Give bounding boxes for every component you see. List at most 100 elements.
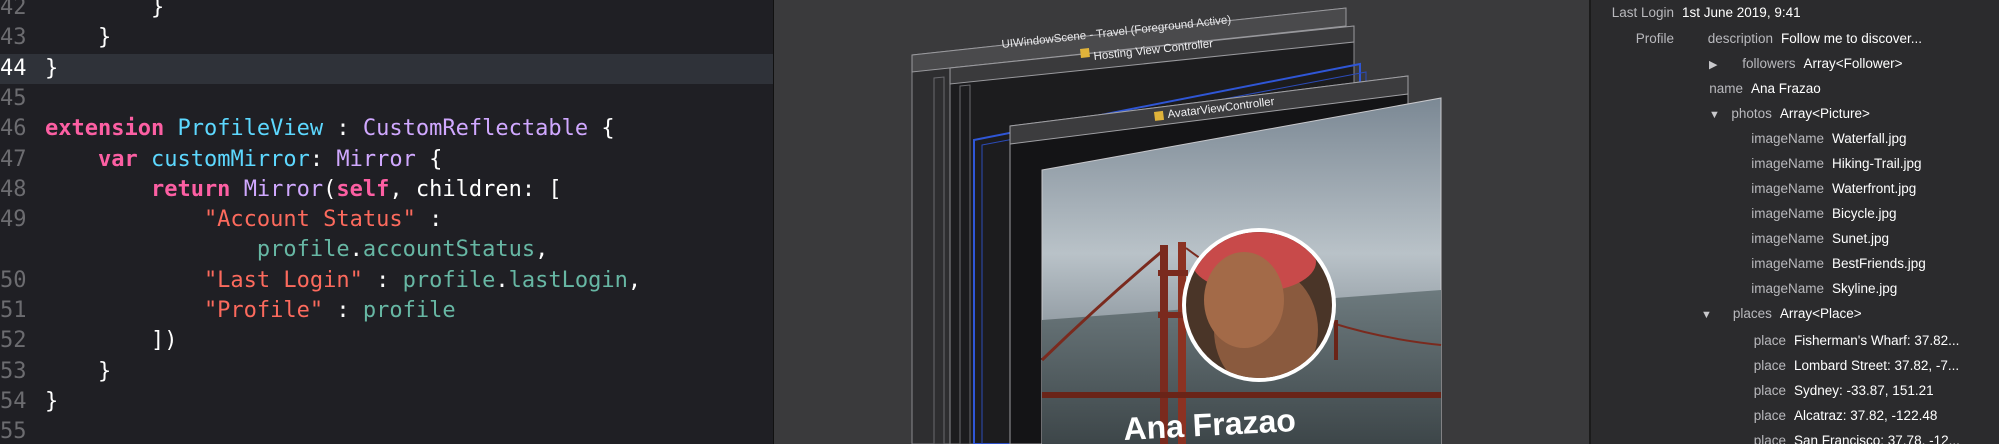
line-number: 54 (0, 388, 27, 414)
code-token: return (45, 176, 244, 202)
code-line[interactable]: 53 } (0, 357, 773, 387)
code-line[interactable]: 48 return Mirror(self, children: [ (0, 175, 773, 205)
inspector-row[interactable]: ▶ followers Array<Follower> (1709, 53, 1903, 75)
inspector-row[interactable]: place Alcatraz: 37.82, -122.48 (1731, 405, 1938, 427)
property-value: Waterfront.jpg (1832, 181, 1917, 196)
hosting-icon (1080, 48, 1090, 58)
property-key: name (1709, 81, 1743, 96)
code-line[interactable]: 42 } (0, 0, 773, 23)
code-text: "Last Login" : profile.lastLogin, (45, 266, 641, 296)
line-number: 55 (0, 419, 27, 444)
inspector-row[interactable]: Profile (1631, 28, 1682, 50)
disclosure-expanded-icon[interactable]: ▼ (1701, 309, 1712, 321)
code-text: "Profile" : profile (45, 296, 456, 326)
code-token: self (336, 176, 390, 202)
code-line[interactable]: 47 var customMirror: Mirror { (0, 145, 773, 175)
code-line[interactable]: 50 "Last Login" : profile.lastLogin, (0, 266, 773, 296)
code-token: : (415, 207, 443, 233)
line-number: 47 (0, 146, 27, 172)
code-text: profile.accountStatus, (45, 235, 548, 265)
code-text: return Mirror(self, children: [ (45, 175, 562, 205)
property-key: imageName (1751, 206, 1824, 221)
line-number: 42 (0, 0, 27, 20)
code-token: profile (45, 237, 350, 263)
disclosure-expanded-icon[interactable]: ▼ (1709, 109, 1720, 121)
code-line[interactable]: 54} (0, 387, 773, 417)
property-key: imageName (1751, 281, 1824, 296)
code-token: } (45, 55, 59, 81)
property-value: 1st June 2019, 9:41 (1682, 5, 1801, 20)
line-number: 48 (0, 176, 27, 202)
inspector-row[interactable]: imageName Waterfront.jpg (1749, 178, 1916, 200)
code-line[interactable]: profile.accountStatus, (0, 235, 773, 265)
code-line[interactable]: 52 ]) (0, 326, 773, 356)
code-token: profile (362, 298, 456, 323)
code-token: } (45, 25, 112, 51)
inspector-row[interactable]: place Lombard Street: 37.82, -7... (1731, 355, 1959, 377)
property-value: Waterfall.jpg (1832, 131, 1907, 146)
inspector-row[interactable]: imageName Waterfall.jpg (1749, 128, 1907, 150)
code-token: , (627, 267, 642, 293)
property-value: Skyline.jpg (1832, 281, 1898, 296)
code-token: : (323, 298, 363, 323)
property-value: Array<Place> (1779, 306, 1862, 321)
inspector-row[interactable]: ▼ photos Array<Picture> (1709, 103, 1870, 125)
code-token: . (349, 237, 363, 263)
code-token: profile (402, 267, 496, 293)
inspector-row[interactable]: imageName BestFriends.jpg (1749, 253, 1926, 275)
code-token: { (588, 116, 615, 142)
property-value: Follow me to discover... (1781, 31, 1923, 46)
inspector-row[interactable]: description Follow me to discover... (1693, 28, 1922, 50)
code-token: ProfileView (177, 116, 324, 142)
code-token: : (309, 146, 337, 172)
property-value: Array<Follower> (1803, 56, 1903, 71)
code-token: , (535, 237, 549, 263)
disclosure-collapsed-icon[interactable]: ▶ (1709, 59, 1717, 71)
line-number: 52 (0, 328, 27, 354)
code-token: extension (45, 116, 178, 142)
inspector-row[interactable]: place Fisherman's Wharf: 37.82... (1731, 330, 1960, 352)
property-key: place (1753, 433, 1786, 444)
code-token: : (323, 116, 363, 142)
property-value: Ana Frazao (1751, 81, 1821, 96)
inspector-row[interactable]: place Sydney: -33.87, 151.21 (1731, 380, 1934, 402)
inspector-row[interactable]: imageName Bicycle.jpg (1749, 203, 1896, 225)
code-line[interactable]: 45 (0, 84, 773, 114)
code-line[interactable]: 51 "Profile" : profile (0, 296, 773, 326)
code-line[interactable]: 49 "Account Status" : (0, 205, 773, 235)
line-number: 53 (0, 358, 27, 384)
code-token: : (362, 267, 403, 293)
property-key: Profile (1635, 31, 1674, 46)
code-token: "Profile" (45, 298, 324, 323)
inspector-row[interactable]: name Ana Frazao (1709, 78, 1821, 100)
property-key: imageName (1751, 156, 1824, 171)
code-text: ]) (45, 326, 178, 356)
object-inspector[interactable]: Last Login 1st June 2019, 9:41 Profile desc… (1589, 0, 1999, 444)
line-number: 44 (0, 55, 27, 81)
code-token: { (415, 146, 443, 172)
code-editor[interactable]: 42 } 43 } 44} 45 46 extension ProfileView : C… (0, 0, 773, 444)
code-line[interactable]: 55 (0, 417, 773, 444)
inspector-row[interactable]: Last Login 1st June 2019, 9:41 (1596, 2, 1801, 24)
code-line[interactable]: 46 extension ProfileView : CustomReflecta… (0, 114, 773, 144)
property-value: San Francisco: 37.78, -12... (1794, 433, 1960, 444)
inspector-row[interactable]: ▼ places Array<Place> (1701, 303, 1862, 325)
view-hierarchy-canvas[interactable]: UIWindowScene - Travel (Foreground Activ… (773, 0, 1590, 444)
code-text: } (45, 0, 164, 23)
property-key: imageName (1751, 181, 1824, 196)
inspector-row[interactable]: place San Francisco: 37.78, -12... (1731, 430, 1960, 444)
code-token: lastLogin (508, 267, 628, 293)
property-value: BestFriends.jpg (1832, 256, 1926, 271)
code-line[interactable]: 44} (0, 53, 773, 84)
property-key: place (1753, 408, 1786, 423)
code-line[interactable]: 43 } (0, 23, 773, 53)
code-token: . (495, 267, 509, 293)
code-text: } (45, 387, 58, 417)
line-number: 46 (0, 116, 27, 142)
avatar-vc-icon (1154, 110, 1165, 121)
inspector-row[interactable]: imageName Hiking-Trail.jpg (1749, 153, 1921, 175)
property-key: Last Login (1611, 5, 1674, 20)
inspector-row[interactable]: imageName Sunet.jpg (1749, 228, 1889, 250)
property-key: photos (1731, 106, 1772, 121)
inspector-row[interactable]: imageName Skyline.jpg (1749, 278, 1897, 300)
